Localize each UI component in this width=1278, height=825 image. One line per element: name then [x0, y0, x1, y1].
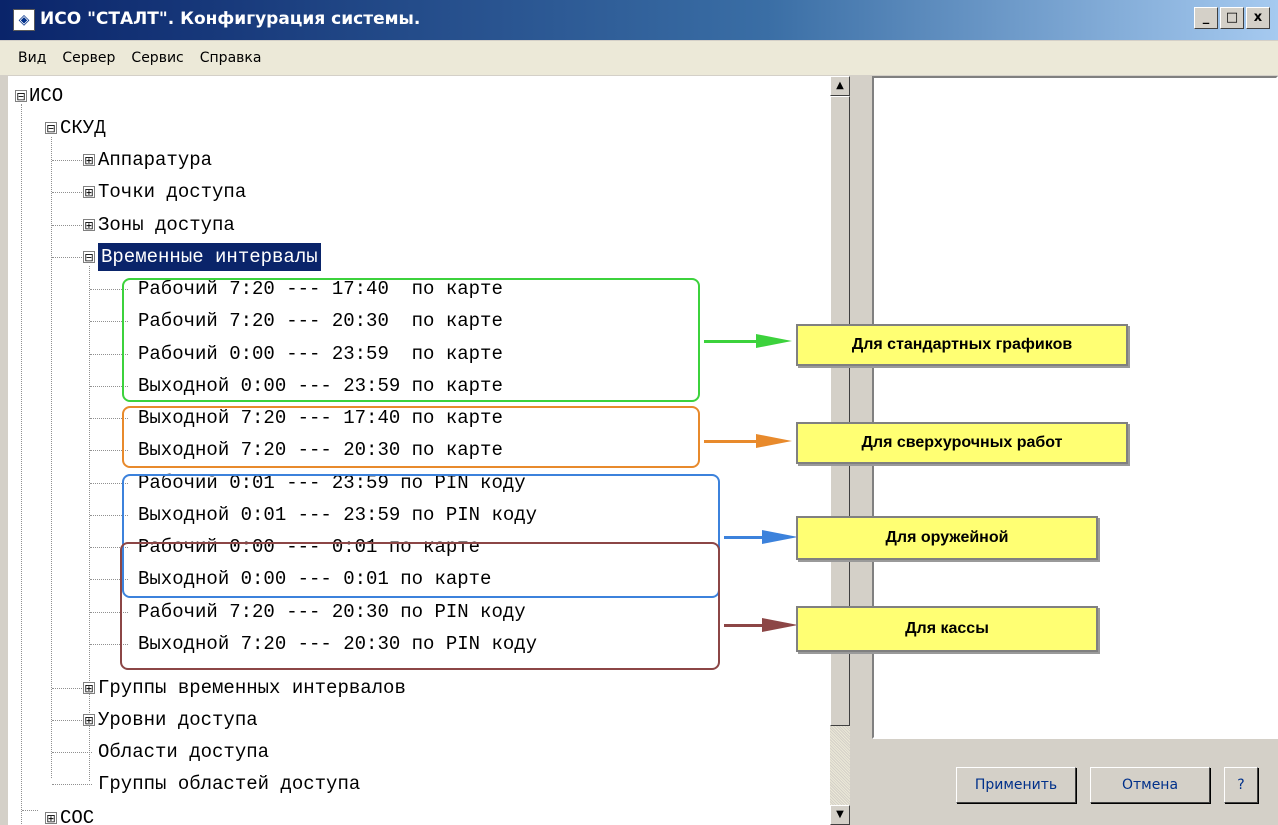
- expand-icon[interactable]: ⊞: [83, 219, 95, 231]
- group-box-standard: [122, 278, 700, 402]
- scroll-up-button[interactable]: ▲: [830, 76, 850, 96]
- collapse-icon[interactable]: ⊟: [83, 251, 95, 263]
- menu-bar: Вид Сервер Сервис Справка: [0, 41, 1278, 75]
- tree-node-access-areas[interactable]: Области доступа: [98, 738, 269, 766]
- collapse-icon[interactable]: ⊟: [45, 122, 57, 134]
- expand-icon[interactable]: ⊞: [83, 154, 95, 166]
- expand-icon[interactable]: ⊞: [83, 186, 95, 198]
- tree-line: [52, 225, 82, 226]
- menu-service[interactable]: Сервис: [125, 48, 189, 68]
- menu-view[interactable]: Вид: [12, 48, 52, 68]
- button-bar: Применить Отмена ?: [872, 739, 1278, 825]
- arrow-cashier: [724, 624, 764, 627]
- callout-armory: Для оружейной: [796, 516, 1098, 560]
- help-button[interactable]: ?: [1224, 767, 1258, 803]
- expand-icon[interactable]: ⊞: [83, 682, 95, 694]
- maximize-button[interactable]: □: [1220, 7, 1244, 29]
- expand-icon[interactable]: ⊞: [83, 714, 95, 726]
- arrow-overtime: [704, 440, 758, 443]
- window-title: ИСО "СТАЛТ". Конфигурация системы.: [40, 9, 421, 29]
- menu-help[interactable]: Справка: [194, 48, 268, 68]
- arrow-armory: [724, 536, 764, 539]
- arrowhead-icon: [756, 434, 792, 448]
- arrowhead-icon: [762, 530, 798, 544]
- tree-node-access-points[interactable]: Точки доступа: [98, 178, 246, 206]
- tree-line: [89, 266, 90, 781]
- tree-line: [22, 810, 38, 811]
- tree-node-access-area-groups[interactable]: Группы областей доступа: [98, 770, 360, 798]
- apply-button[interactable]: Применить: [956, 767, 1076, 803]
- tree-line: [52, 160, 82, 161]
- minimize-button[interactable]: _: [1194, 7, 1218, 29]
- callout-overtime: Для сверхурочных работ: [796, 422, 1128, 464]
- tree-node-interval-groups[interactable]: Группы временных интервалов: [98, 674, 406, 702]
- tree-node-skud[interactable]: СКУД: [60, 114, 106, 142]
- tree-node-time-intervals[interactable]: Временные интервалы: [98, 243, 321, 271]
- expand-icon[interactable]: ⊞: [45, 812, 57, 824]
- tree-line: [52, 688, 82, 689]
- tree-node-sos[interactable]: СОС: [60, 804, 94, 825]
- window-controls: _ □ x: [1194, 7, 1270, 29]
- tree-line: [52, 720, 82, 721]
- callout-standard: Для стандартных графиков: [796, 324, 1128, 366]
- main-window: ◈ ИСО "СТАЛТ". Конфигурация системы. _ □…: [0, 0, 1278, 825]
- tree-line: [52, 784, 92, 785]
- close-button[interactable]: x: [1246, 7, 1270, 29]
- callout-cashier: Для кассы: [796, 606, 1098, 652]
- menu-server[interactable]: Сервер: [56, 48, 121, 68]
- tree-node-access-levels[interactable]: Уровни доступа: [98, 706, 258, 734]
- group-box-overtime: [122, 406, 700, 468]
- tree-line: [52, 192, 82, 193]
- group-box-cashier: [120, 542, 720, 670]
- app-icon: ◈: [13, 9, 35, 31]
- cancel-button[interactable]: Отмена: [1090, 767, 1210, 803]
- arrowhead-icon: [762, 618, 798, 632]
- scroll-down-button[interactable]: ▼: [830, 805, 850, 825]
- config-tree[interactable]: ⊟ ИСО ⊟ СКУД ⊞ Аппаратура ⊞ Точки доступ…: [8, 76, 830, 825]
- tree-line: [52, 752, 92, 753]
- arrowhead-icon: [756, 334, 792, 348]
- tree-line: [21, 104, 22, 824]
- arrow-standard: [704, 340, 758, 343]
- title-bar[interactable]: ◈ ИСО "СТАЛТ". Конфигурация системы. _ □…: [0, 0, 1278, 40]
- tree-node-hardware[interactable]: Аппаратура: [98, 146, 212, 174]
- tree-node-access-zones[interactable]: Зоны доступа: [98, 211, 235, 239]
- tree-node-iso[interactable]: ИСО: [29, 82, 63, 110]
- collapse-icon[interactable]: ⊟: [15, 90, 27, 102]
- tree-line: [52, 257, 82, 258]
- tree-line: [51, 137, 52, 778]
